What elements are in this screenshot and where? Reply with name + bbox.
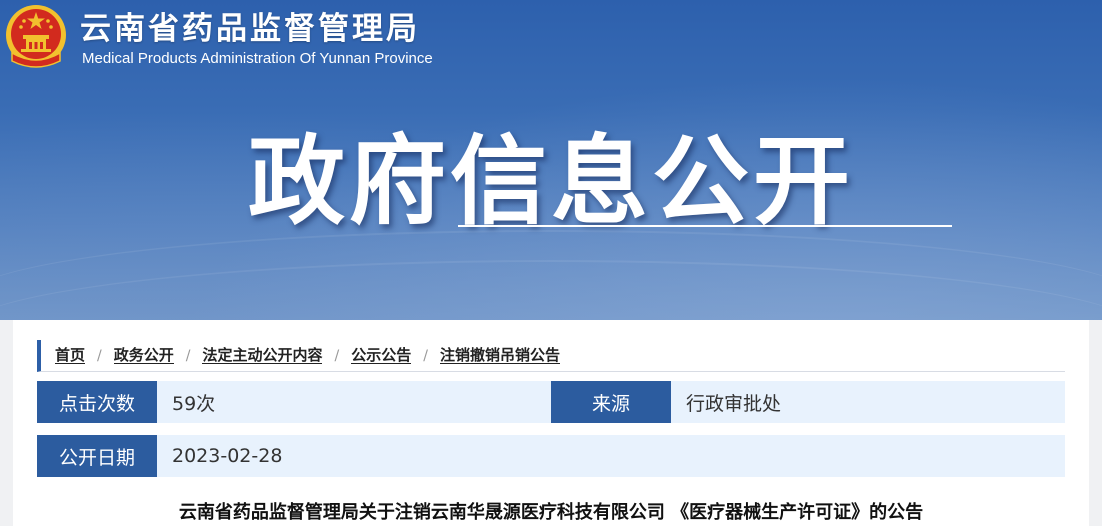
header-banner: 云南省药品监督管理局 Medical Products Administrati… — [0, 0, 1102, 320]
breadcrumb-separator: / — [423, 347, 428, 364]
source-label: 来源 — [551, 381, 671, 423]
date-value: 2023-02-28 — [172, 445, 283, 467]
breadcrumb-separator: / — [97, 347, 102, 364]
national-emblem-icon[interactable] — [4, 3, 68, 73]
breadcrumb-separator: / — [185, 347, 191, 364]
org-name-chinese: 云南省药品监督管理局 — [80, 11, 420, 47]
date-label: 公开日期 — [37, 435, 157, 477]
org-name-english: Medical Products Administration Of Yunna… — [82, 50, 433, 67]
breadcrumb-home[interactable]: 首页 — [55, 347, 86, 364]
breadcrumb: 首页 / 政务公开 / 法定主动公开内容 / 公示公告 / 注销撤销吊销公告 — [37, 340, 1065, 372]
breadcrumb-revocation-notices[interactable]: 注销撤销吊销公告 — [439, 347, 560, 364]
breadcrumb-government-affairs[interactable]: 政务公开 — [113, 347, 174, 364]
section-title: 政府信息公开 — [248, 125, 854, 238]
clicks-value: 59次 — [172, 392, 216, 415]
breadcrumb-separator: / — [334, 347, 340, 364]
article-title: 云南省药品监督管理局关于注销云南华晟源医疗科技有限公司 《医疗器械生产许可证》的… — [178, 502, 924, 523]
clicks-label: 点击次数 — [37, 381, 157, 423]
source-value: 行政审批处 — [686, 392, 782, 415]
breadcrumb-statutory-disclosure[interactable]: 法定主动公开内容 — [202, 347, 323, 364]
content-panel: 首页 / 政务公开 / 法定主动公开内容 / 公示公告 / 注销撤销吊销公告 点… — [13, 320, 1089, 526]
info-row-clicks-source: 点击次数 59次 来源 行政审批处 — [37, 381, 1065, 423]
info-row-date: 公开日期 2023-02-28 — [37, 435, 1065, 477]
title-underline — [458, 225, 952, 227]
breadcrumb-announcements[interactable]: 公示公告 — [351, 347, 412, 364]
